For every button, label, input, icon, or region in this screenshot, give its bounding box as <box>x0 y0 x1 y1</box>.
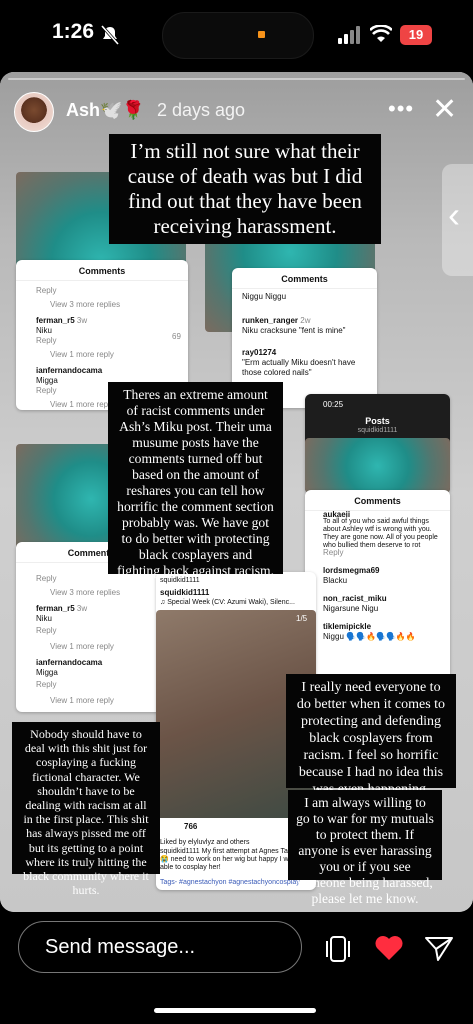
bell-muted-icon <box>101 25 119 45</box>
like-heart-icon[interactable] <box>374 934 404 962</box>
battery-icon: 19 <box>400 25 432 45</box>
close-icon[interactable]: ✕ <box>432 92 457 127</box>
wifi-icon <box>370 25 392 42</box>
story-progress-bar <box>8 78 465 80</box>
comments-screenshot: Comments aukaeii To all of you who said … <box>305 490 450 680</box>
avatar[interactable] <box>14 92 54 132</box>
dynamic-island <box>162 12 314 59</box>
next-story-handle[interactable]: ‹ <box>442 164 473 276</box>
bottom-bar: Send message... <box>0 912 473 1024</box>
story-header: Ash🕊️🌹 2 days ago ••• ✕ <box>0 86 473 140</box>
comments-title: Comments <box>16 260 188 281</box>
share-to-story-icon[interactable] <box>323 934 353 964</box>
status-bar: 1:26 19 <box>0 0 473 70</box>
status-time: 1:26 <box>52 20 95 43</box>
chevron-left-icon: ‹ <box>448 194 460 235</box>
story-text-5: I am always willing to go to war for my … <box>288 790 442 906</box>
story-time: 2 days ago <box>157 100 246 120</box>
story-text-4: I really need everyone to do better when… <box>286 674 456 797</box>
send-message-placeholder: Send message... <box>45 936 196 958</box>
send-icon[interactable] <box>424 934 454 962</box>
cellular-signal-icon <box>338 26 360 44</box>
home-indicator <box>154 1008 316 1013</box>
privacy-indicator-icon <box>258 31 265 38</box>
story-text-3: Nobody should have to deal with this shi… <box>12 722 160 897</box>
story-text-1: I’m still not sure what their cause of d… <box>109 134 381 244</box>
send-message-input[interactable]: Send message... <box>18 921 302 973</box>
story-text-2: Theres an extreme amount of racist comme… <box>108 382 283 578</box>
posts-screenshot: 00:25 Posts squidkid1111 <box>305 394 450 494</box>
story-viewer[interactable]: Ash🕊️🌹 2 days ago ••• ✕ ‹ Comments Reply… <box>0 72 473 912</box>
story-username[interactable]: Ash🕊️🌹 <box>66 100 145 121</box>
more-options-icon[interactable]: ••• <box>388 96 414 122</box>
